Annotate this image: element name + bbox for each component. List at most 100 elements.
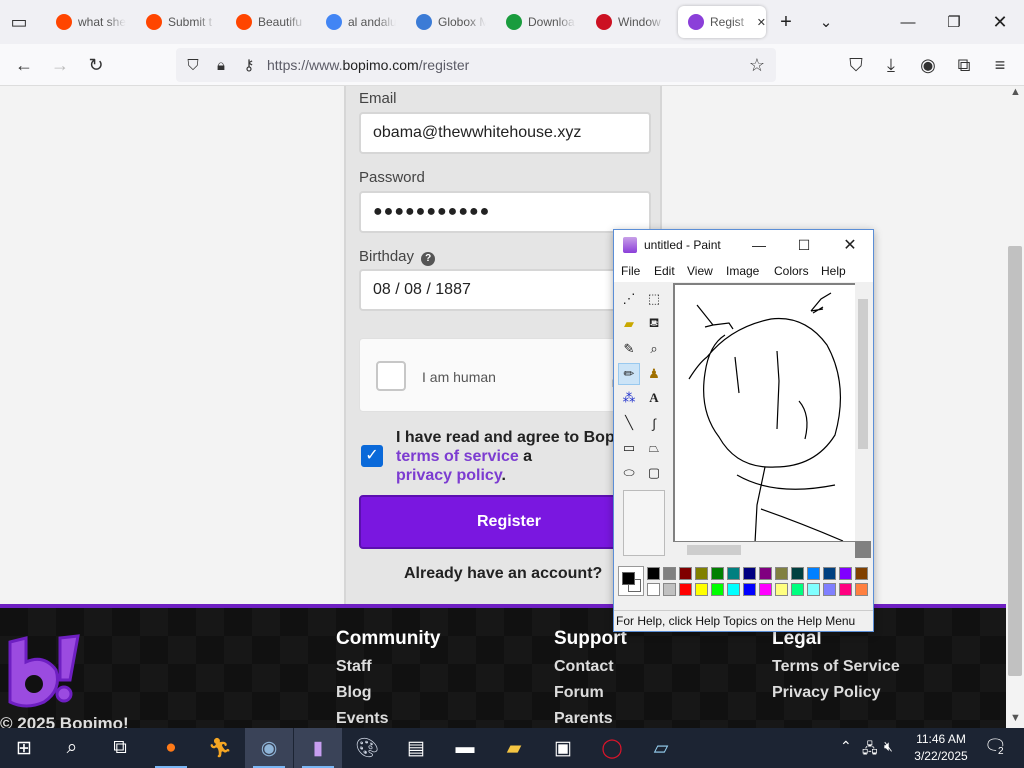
opera-icon[interactable]: ◯: [588, 728, 636, 768]
magnifier-icon[interactable]: ⌕: [643, 338, 665, 360]
birthday-field[interactable]: 08 / 08 / 1887: [359, 269, 651, 311]
browser-tab-7[interactable]: Regist ✕: [678, 6, 766, 38]
firefox-icon[interactable]: ●: [147, 728, 195, 768]
reload-icon[interactable]: ↻: [81, 50, 111, 80]
terminal-icon[interactable]: ▬: [441, 728, 489, 768]
footer-link-forum[interactable]: Forum: [554, 684, 604, 702]
color-swatch[interactable]: [807, 567, 820, 580]
account-icon[interactable]: ◉: [913, 50, 943, 80]
paint-hscroll-thumb[interactable]: [687, 545, 741, 555]
color-swatch[interactable]: [823, 583, 836, 596]
color-swatch[interactable]: [759, 583, 772, 596]
color-swatch[interactable]: [743, 583, 756, 596]
color-swatch[interactable]: [839, 583, 852, 596]
password-field[interactable]: ●●●●●●●●●●●: [359, 191, 651, 233]
color-swatch[interactable]: [727, 567, 740, 580]
footer-link-privacy[interactable]: Privacy Policy: [772, 684, 881, 702]
line-tool-icon[interactable]: ╲: [618, 412, 640, 434]
color-swatch[interactable]: [855, 583, 868, 596]
color-swatch[interactable]: [663, 567, 676, 580]
browser-tab-6[interactable]: Window: [586, 6, 672, 38]
agree-checkbox[interactable]: ✓: [361, 445, 383, 467]
airbrush-icon[interactable]: ⁂: [618, 387, 640, 409]
computer-icon[interactable]: ▣: [539, 728, 587, 768]
page-scrollbar[interactable]: ▲ ▼: [1006, 86, 1024, 728]
lock-icon[interactable]: 🔒︎: [206, 50, 236, 80]
color-swatch[interactable]: [711, 583, 724, 596]
paint-menu-view[interactable]: View: [687, 264, 713, 278]
color-swatch[interactable]: [695, 583, 708, 596]
login-prompt[interactable]: Already have an account?: [404, 565, 602, 583]
browser-tab-1[interactable]: Submit t: [136, 6, 222, 38]
browser-tab-3[interactable]: al andalu: [316, 6, 402, 38]
footer-link-terms[interactable]: Terms of Service: [772, 658, 900, 676]
pencil-icon[interactable]: ✏: [618, 363, 640, 385]
task-view-icon[interactable]: ⧉: [96, 728, 144, 768]
volume-muted-icon[interactable]: 🔇︎: [884, 738, 893, 755]
color-swatch[interactable]: [711, 567, 724, 580]
paint-minimize-button[interactable]: —: [745, 234, 773, 256]
text-tool-icon[interactable]: A: [643, 387, 665, 409]
paint-menu-colors[interactable]: Colors: [774, 264, 809, 278]
color-swatch[interactable]: [791, 583, 804, 596]
windows-start-icon[interactable]: ⊞: [0, 728, 48, 768]
browser-tab-5[interactable]: Downloa: [496, 6, 582, 38]
bookmark-star-icon[interactable]: ☆: [742, 50, 772, 80]
fill-bucket-icon[interactable]: ⛾: [643, 313, 665, 335]
color-swatch[interactable]: [775, 583, 788, 596]
paint-menu-image[interactable]: Image: [726, 264, 759, 278]
tab-list-chevron-icon[interactable]: ⌄: [806, 8, 846, 36]
notepad-icon[interactable]: ▤: [392, 728, 440, 768]
terms-of-service-link[interactable]: terms of service: [396, 448, 519, 465]
color-swatch[interactable]: [647, 583, 660, 596]
email-field[interactable]: obama@thewwhitehouse.xyz: [359, 112, 651, 154]
footer-link-contact[interactable]: Contact: [554, 658, 614, 676]
paint-palette-icon[interactable]: 🎨︎: [343, 728, 391, 768]
color-swatch[interactable]: [647, 567, 660, 580]
menu-hamburger-icon[interactable]: ≡: [985, 50, 1015, 80]
color-swatch[interactable]: [679, 583, 692, 596]
notes-app-icon[interactable]: ▱: [637, 728, 685, 768]
clock[interactable]: 11:46 AM 3/22/2025: [906, 731, 976, 765]
rectangle-tool-icon[interactable]: ▭: [618, 437, 640, 459]
footer-link-staff[interactable]: Staff: [336, 658, 372, 676]
ellipse-tool-icon[interactable]: ⬭: [618, 462, 640, 484]
color-swatch[interactable]: [839, 567, 852, 580]
color-swatch[interactable]: [695, 567, 708, 580]
extensions-icon[interactable]: ⧉: [949, 50, 979, 80]
url-bar[interactable]: ⛉ 🔒︎ ⚷ https://www.bopimo.com/register ☆: [176, 48, 776, 82]
rounded-rect-tool-icon[interactable]: ▢: [643, 462, 665, 484]
scroll-down-icon[interactable]: ▼: [1010, 712, 1021, 724]
permissions-key-icon[interactable]: ⚷: [234, 50, 264, 80]
paint-taskbar-icon[interactable]: ▮: [294, 728, 342, 768]
color-swatch[interactable]: [823, 567, 836, 580]
footer-link-parents[interactable]: Parents: [554, 710, 613, 728]
forward-arrow-icon[interactable]: →: [45, 50, 75, 80]
browser-tab-4[interactable]: Globox M: [406, 6, 492, 38]
tool-options-box[interactable]: [623, 490, 665, 556]
paint-horizontal-scrollbar[interactable]: [673, 542, 855, 558]
color-swatch[interactable]: [679, 567, 692, 580]
shield-icon[interactable]: ⛉: [178, 50, 208, 80]
new-tab-button[interactable]: +: [766, 8, 806, 36]
back-arrow-icon[interactable]: ←: [9, 50, 39, 80]
url-text[interactable]: https://www.bopimo.com/register: [267, 57, 469, 73]
network-icon[interactable]: 🖧︎: [862, 738, 878, 762]
help-icon[interactable]: ?: [421, 252, 436, 266]
free-select-icon[interactable]: ⋰: [618, 288, 640, 310]
paint-menu-edit[interactable]: Edit: [654, 264, 675, 278]
captcha-checkbox[interactable]: [376, 361, 406, 391]
minimize-button[interactable]: —: [888, 8, 928, 36]
color-swatch[interactable]: [855, 567, 868, 580]
tab-overview-icon[interactable]: ▭: [4, 7, 34, 37]
pocket-icon[interactable]: ⛉: [841, 50, 871, 80]
page-scroll-thumb[interactable]: [1008, 246, 1022, 676]
steam-icon[interactable]: ◉: [245, 728, 293, 768]
drawing-canvas[interactable]: [675, 285, 855, 541]
paint-close-button[interactable]: ✕: [836, 234, 864, 256]
paint-menu-help[interactable]: Help: [821, 264, 846, 278]
privacy-policy-link[interactable]: privacy policy: [396, 467, 502, 484]
search-icon[interactable]: ⌕: [48, 728, 96, 768]
polygon-tool-icon[interactable]: ⏢: [643, 437, 665, 459]
color-swatch[interactable]: [663, 583, 676, 596]
